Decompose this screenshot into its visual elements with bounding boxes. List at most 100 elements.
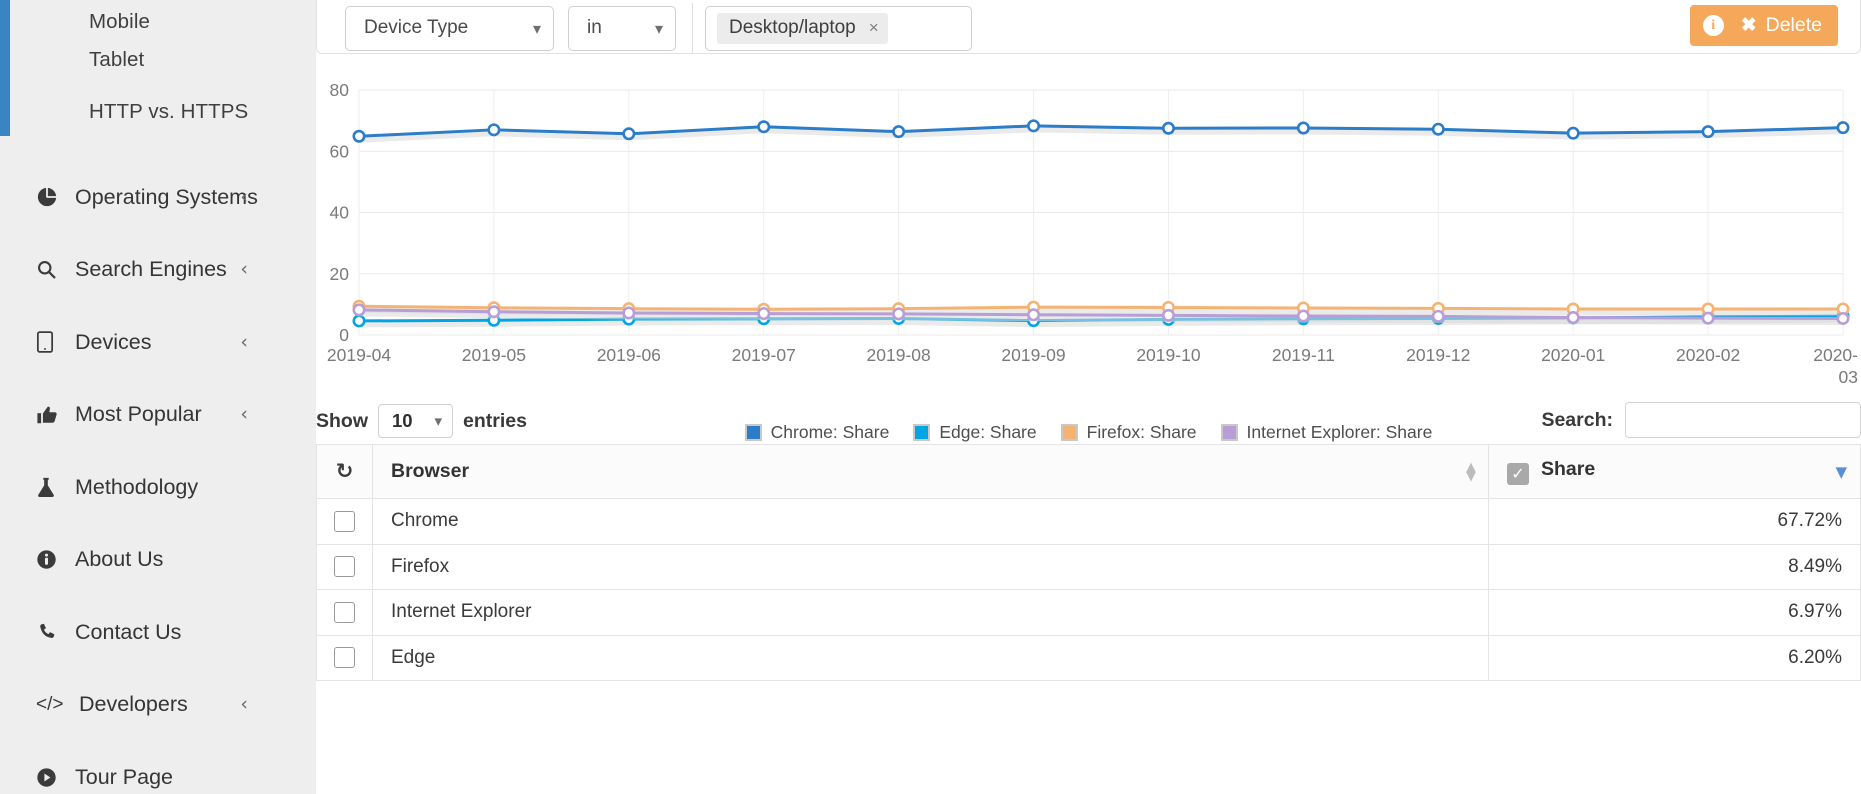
close-icon[interactable]: ×	[869, 18, 879, 38]
sidebar-item-tablet[interactable]: Tablet	[0, 34, 316, 86]
sidebar-item-label: Devices	[75, 329, 152, 354]
filter-bar: Device Type ▾ in ▾ Desktop/laptop × i ✖	[316, 0, 1861, 54]
play-circle-icon	[36, 767, 70, 788]
filter-field-value: Device Type	[364, 17, 469, 38]
main-content: Device Type ▾ in ▾ Desktop/laptop × i ✖	[316, 0, 1861, 794]
table-body: Chrome 67.72% Firefox 8.49% Internet Explore…	[316, 498, 1861, 681]
sidebar-subitem-label: HTTP vs. HTTPS	[89, 100, 249, 123]
sidebar-item-developers[interactable]: </> Developers ‹	[0, 669, 316, 742]
svg-text:2020-03: 2020-03	[1813, 345, 1858, 387]
sidebar-item-most-popular[interactable]: Most Popular ‹	[0, 379, 316, 452]
sort-icon[interactable]: ▲ ▼	[1466, 461, 1476, 483]
chevron-left-icon: ‹	[240, 693, 248, 716]
chevron-down-icon: ▾	[654, 18, 663, 38]
sidebar-item-contact-us[interactable]: Contact Us	[0, 596, 316, 669]
svg-text:2019-04: 2019-04	[327, 345, 391, 365]
table-header-refresh[interactable]: ↻	[316, 444, 373, 499]
svg-text:2019-12: 2019-12	[1406, 345, 1470, 365]
svg-text:2019-06: 2019-06	[597, 345, 661, 365]
search-input[interactable]	[1625, 402, 1861, 438]
svg-text:2019-05: 2019-05	[462, 345, 526, 365]
filter-operator-select[interactable]: in ▾	[568, 5, 676, 51]
browser-share-line-chart: 0 20 40 60 80 2019-04 2019-05 2019-06 2019-07 20…	[316, 62, 1861, 442]
svg-text:40: 40	[330, 203, 350, 223]
row-checkbox-cell[interactable]	[316, 589, 373, 636]
code-icon: </>	[36, 693, 64, 715]
sidebar-item-methodology[interactable]: Methodology	[0, 451, 316, 524]
sidebar-item-about-us[interactable]: About Us	[0, 524, 316, 597]
svg-text:2019-10: 2019-10	[1136, 345, 1200, 365]
sort-desc-icon[interactable]: ▼	[1835, 463, 1847, 481]
sidebar-item-label: Operating Systems	[75, 184, 258, 209]
share-column-checkbox[interactable]: ✓	[1507, 462, 1529, 485]
thumbs-up-icon	[36, 404, 70, 426]
sidebar-item-label: Developers	[79, 692, 188, 717]
filter-token[interactable]: Desktop/laptop ×	[717, 12, 888, 44]
row-checkbox-cell[interactable]	[316, 543, 373, 590]
table-row[interactable]: Firefox 8.49%	[316, 543, 1861, 590]
cell-share: 6.20%	[1488, 634, 1861, 681]
entries-label: entries	[463, 409, 527, 432]
sidebar-item-label: Methodology	[75, 474, 199, 499]
svg-text:2020-02: 2020-02	[1676, 345, 1740, 365]
sidebar-item-label: Most Popular	[75, 402, 202, 427]
chart-x-axis-labels: 2019-04 2019-05 2019-06 2019-07 2019-08 2019-…	[327, 345, 1858, 387]
filter-operator-value: in	[587, 17, 602, 38]
row-checkbox[interactable]	[334, 556, 355, 578]
info-circle-icon	[36, 549, 70, 570]
table-header-browser[interactable]: Browser ▲ ▼	[372, 444, 1489, 499]
table-row[interactable]: Internet Explorer 6.97%	[316, 589, 1861, 636]
refresh-icon[interactable]: ↻	[336, 459, 354, 483]
cell-share: 8.49%	[1488, 543, 1861, 590]
table-row[interactable]: Chrome 67.72%	[316, 498, 1861, 545]
filter-field-select[interactable]: Device Type ▾	[345, 5, 554, 51]
delete-button[interactable]: i ✖ Delete	[1689, 5, 1838, 46]
sidebar-active-accent	[0, 0, 10, 136]
sidebar: Mobile Tablet HTTP vs. HTTPS Operating S…	[0, 0, 316, 794]
sidebar-subitem-label: Tablet	[89, 48, 145, 71]
sidebar-item-http-vs-https[interactable]: HTTP vs. HTTPS	[0, 86, 316, 138]
filter-divider	[692, 3, 693, 53]
chevron-left-icon: ‹	[240, 185, 248, 208]
cell-browser: Edge	[372, 634, 1489, 681]
sidebar-item-label: Tour Page	[75, 764, 174, 789]
sidebar-item-tour-page[interactable]: Tour Page	[0, 741, 316, 794]
chevron-left-icon: ‹	[240, 330, 248, 353]
svg-text:2019-07: 2019-07	[732, 345, 796, 365]
sidebar-item-devices[interactable]: Devices ‹	[0, 306, 316, 379]
search-control: Search:	[1541, 402, 1861, 438]
row-checkbox[interactable]	[334, 601, 355, 623]
search-label: Search:	[1541, 408, 1613, 431]
chevron-down-icon: ▾	[532, 18, 541, 38]
cell-browser: Firefox	[372, 543, 1489, 590]
table-header-browser-label: Browser	[391, 460, 470, 482]
table-header-row: ↻ Browser ▲ ▼ ✓ Share ▼	[316, 444, 1861, 499]
close-icon: ✖	[1740, 15, 1757, 36]
page-length-select[interactable]: 10 ▾	[378, 404, 453, 438]
cell-share: 67.72%	[1488, 498, 1861, 545]
show-entries-control: Show 10 ▾ entries	[316, 404, 527, 438]
chevron-left-icon: ‹	[240, 258, 248, 281]
filter-value-tokenbox[interactable]: Desktop/laptop ×	[705, 5, 972, 51]
table-controls: Show 10 ▾ entries Search:	[316, 400, 1861, 445]
pie-chart-icon	[36, 186, 70, 208]
row-checkbox[interactable]	[334, 510, 355, 532]
row-checkbox[interactable]	[334, 647, 355, 669]
row-checkbox-cell[interactable]	[316, 498, 373, 545]
row-checkbox-cell[interactable]	[316, 634, 373, 681]
table-row[interactable]: Edge 6.20%	[316, 634, 1861, 681]
filter-token-label: Desktop/laptop	[729, 17, 856, 38]
sidebar-item-search-engines[interactable]: Search Engines ‹	[0, 234, 316, 307]
svg-text:80: 80	[330, 80, 350, 100]
table-head: ↻ Browser ▲ ▼ ✓ Share ▼	[316, 444, 1861, 499]
table-header-share[interactable]: ✓ Share ▼	[1488, 444, 1861, 499]
cell-share: 6.97%	[1488, 589, 1861, 636]
sidebar-item-label: Contact Us	[75, 619, 182, 644]
search-icon	[36, 259, 70, 280]
cell-browser: Chrome	[372, 498, 1489, 545]
table-header-share-label: Share	[1541, 458, 1596, 481]
phone-icon	[36, 622, 70, 643]
sidebar-item-mobile[interactable]: Mobile	[0, 0, 316, 34]
sidebar-item-operating-systems[interactable]: Operating Systems ‹	[0, 161, 316, 234]
svg-text:2019-09: 2019-09	[1001, 345, 1065, 365]
